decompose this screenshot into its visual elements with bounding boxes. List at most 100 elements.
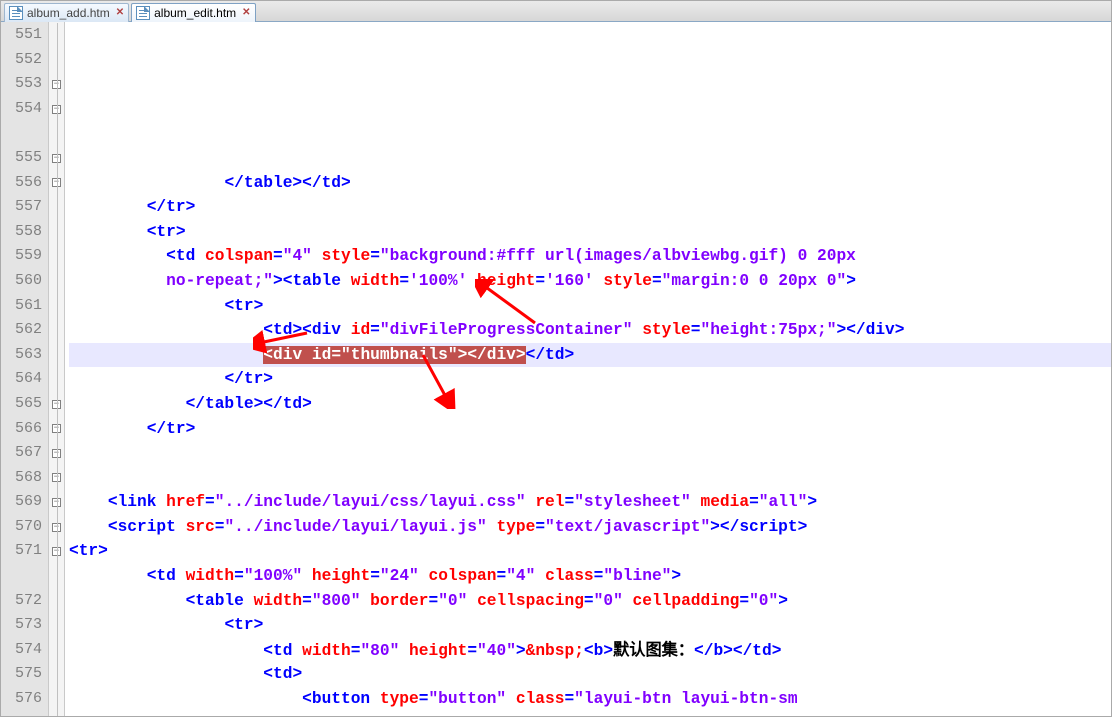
fold-cell[interactable]: − xyxy=(49,441,64,466)
code-line[interactable] xyxy=(69,441,1111,466)
fold-cell[interactable] xyxy=(49,589,64,614)
code-token xyxy=(535,567,545,585)
code-line[interactable]: layui-btn-normal imgurls"> xyxy=(69,712,1111,716)
fold-cell[interactable]: − xyxy=(49,539,64,564)
code-token: "height:75px;" xyxy=(700,321,836,339)
fold-cell[interactable] xyxy=(49,662,64,687)
fold-cell[interactable]: − xyxy=(49,392,64,417)
fold-cell[interactable] xyxy=(49,638,64,663)
code-line[interactable]: <tr> xyxy=(69,613,1111,638)
fold-cell[interactable]: − xyxy=(49,490,64,515)
code-editor[interactable]: 5515525535545555565575585595605615625635… xyxy=(1,22,1111,716)
code-line[interactable]: </table></td> xyxy=(69,392,1111,417)
code-line[interactable] xyxy=(69,466,1111,491)
code-line[interactable]: <link href="../include/layui/css/layui.c… xyxy=(69,490,1111,515)
code-token: height xyxy=(409,642,467,660)
code-area[interactable]: </table></td> </tr> <tr> <td colspan="4"… xyxy=(65,22,1111,716)
code-token: = xyxy=(584,592,594,610)
code-line[interactable]: <script src="../include/layui/layui.js" … xyxy=(69,515,1111,540)
tab-album-edit[interactable]: album_edit.htm ✕ xyxy=(131,3,255,22)
code-line[interactable]: <td width="80" height="40">&nbsp;<b>默认图集… xyxy=(69,638,1111,663)
fold-cell[interactable] xyxy=(49,367,64,392)
code-line[interactable]: <table width="800" border="0" cellspacin… xyxy=(69,589,1111,614)
fold-cell[interactable] xyxy=(49,220,64,245)
fold-cell[interactable]: − xyxy=(49,515,64,540)
fold-cell[interactable] xyxy=(49,564,64,589)
code-line[interactable]: </tr> xyxy=(69,417,1111,442)
code-token xyxy=(69,198,147,216)
code-token: type xyxy=(496,518,535,536)
code-line[interactable]: <button type="button" class="layui-btn l… xyxy=(69,687,1111,712)
code-token: src xyxy=(186,518,215,536)
code-token: width xyxy=(186,567,235,585)
code-line[interactable]: <td> xyxy=(69,662,1111,687)
code-token xyxy=(69,642,263,660)
line-number: 560 xyxy=(1,269,42,294)
code-token: > xyxy=(846,272,856,290)
code-line[interactable]: <tr> xyxy=(69,539,1111,564)
line-number xyxy=(1,121,42,146)
code-token xyxy=(69,518,108,536)
line-number: 567 xyxy=(1,441,42,466)
fold-cell[interactable] xyxy=(49,712,64,716)
fold-cell[interactable]: − xyxy=(49,417,64,442)
fold-cell[interactable] xyxy=(49,687,64,712)
code-token: <tr> xyxy=(224,297,263,315)
line-number: 575 xyxy=(1,662,42,687)
code-line[interactable]: <tr> xyxy=(69,220,1111,245)
line-number: 552 xyxy=(1,48,42,73)
code-token: = xyxy=(535,518,545,536)
fold-cell[interactable]: − xyxy=(49,72,64,97)
code-token xyxy=(69,690,302,708)
code-token: "100%" xyxy=(244,567,302,585)
file-icon xyxy=(136,6,150,20)
line-number-gutter: 5515525535545555565575585595605615625635… xyxy=(1,22,49,716)
fold-cell[interactable] xyxy=(49,269,64,294)
code-line[interactable]: <td width="100%" height="24" colspan="4"… xyxy=(69,564,1111,589)
code-token: no-repeat;" xyxy=(166,272,273,290)
code-token: = xyxy=(652,272,662,290)
code-line[interactable]: </tr> xyxy=(69,195,1111,220)
fold-gutter[interactable]: −−−−−−−−−−− xyxy=(49,22,65,716)
code-token: </table></td> xyxy=(224,174,350,192)
fold-cell[interactable] xyxy=(49,244,64,269)
line-number: 561 xyxy=(1,294,42,319)
code-line[interactable]: no-repeat;"><table width='100%' height='… xyxy=(69,269,1111,294)
code-token: <tr> xyxy=(147,223,186,241)
fold-cell[interactable] xyxy=(49,343,64,368)
tab-album-add[interactable]: album_add.htm ✕ xyxy=(4,3,129,22)
fold-cell[interactable]: − xyxy=(49,171,64,196)
fold-cell[interactable] xyxy=(49,23,64,48)
code-line[interactable]: <td><div id="divFileProgressContainer" s… xyxy=(69,318,1111,343)
close-icon[interactable]: ✕ xyxy=(242,8,250,18)
fold-cell[interactable] xyxy=(49,48,64,73)
code-token: <tr> xyxy=(224,616,263,634)
fold-cell[interactable] xyxy=(49,121,64,146)
fold-cell[interactable]: − xyxy=(49,466,64,491)
code-token: cellspacing xyxy=(477,592,584,610)
code-token: = xyxy=(205,493,215,511)
fold-cell[interactable]: − xyxy=(49,146,64,171)
fold-cell[interactable] xyxy=(49,195,64,220)
code-line[interactable]: <td colspan="4" style="background:#fff u… xyxy=(69,244,1111,269)
close-icon[interactable]: ✕ xyxy=(116,8,124,18)
code-token: "0" xyxy=(749,592,778,610)
tab-label: album_add.htm xyxy=(27,6,110,20)
code-token: <td><div xyxy=(263,321,350,339)
code-line[interactable]: <tr> xyxy=(69,294,1111,319)
code-token: </tr> xyxy=(147,198,196,216)
fold-cell[interactable]: − xyxy=(49,97,64,122)
line-number: 554 xyxy=(1,97,42,122)
fold-cell[interactable] xyxy=(49,318,64,343)
code-token xyxy=(69,247,166,265)
fold-cell[interactable] xyxy=(49,613,64,638)
code-token: href xyxy=(166,493,205,511)
code-line[interactable]: <div id="thumbnails"></div></td> xyxy=(69,343,1111,368)
code-token: <tr> xyxy=(69,542,108,560)
code-line[interactable]: </table></td> xyxy=(69,171,1111,196)
code-token: = xyxy=(234,567,244,585)
code-line[interactable]: </tr> xyxy=(69,367,1111,392)
code-token: = xyxy=(564,493,574,511)
fold-cell[interactable] xyxy=(49,294,64,319)
code-token: > xyxy=(778,592,788,610)
